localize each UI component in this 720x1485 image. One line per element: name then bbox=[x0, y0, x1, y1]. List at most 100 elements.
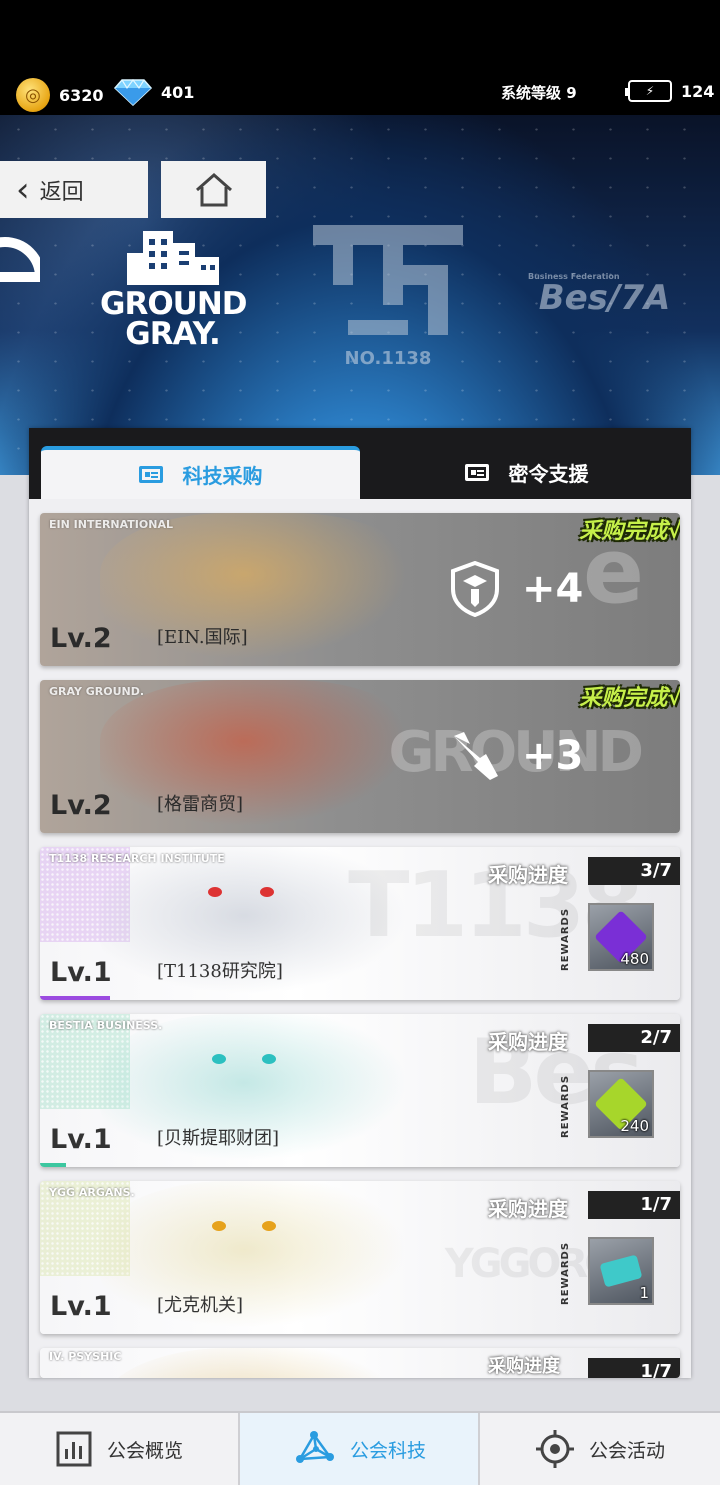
progress-count: 1/7 bbox=[588, 1191, 680, 1219]
faction-level: Lv.1 bbox=[50, 1291, 112, 1322]
diamond-icon bbox=[114, 79, 152, 106]
faction-card-ygg[interactable]: YGGORGA YGG ARGANS. Lv.1 [尤克机关] 采购进度 1/7… bbox=[40, 1181, 680, 1334]
coin-counter[interactable]: ◎ 6320 bbox=[16, 78, 104, 112]
back-label: 返回 bbox=[39, 179, 84, 205]
nav-label: 公会科技 bbox=[349, 1439, 426, 1462]
faction-card-psyshic[interactable]: IV. PSYSHIC 采购进度 1/7 bbox=[40, 1348, 680, 1378]
t1138-logo: NO.1138 bbox=[308, 220, 468, 369]
progress-label: 采购进度 bbox=[488, 1197, 568, 1221]
target-icon bbox=[535, 1430, 574, 1468]
id-card-icon bbox=[138, 466, 163, 483]
rewards-label: REWARDS bbox=[560, 1074, 571, 1138]
faction-tag: T1138 RESEARCH INSTITUTE bbox=[49, 852, 225, 865]
bestia-wordmark: Bes/7A bbox=[538, 278, 671, 318]
nav-label: 公会概览 bbox=[106, 1439, 183, 1462]
coin-icon: ◎ bbox=[16, 78, 50, 112]
bonus-amount: +4 bbox=[522, 566, 584, 612]
tab-tech-purchase[interactable]: 科技采购 bbox=[41, 446, 360, 499]
t1138-emblem-icon bbox=[313, 225, 463, 335]
eye-right bbox=[262, 1221, 276, 1231]
faction-tag: YGG ARGANS. bbox=[49, 1186, 135, 1199]
tab-label: 科技采购 bbox=[182, 464, 263, 488]
rewards-label: REWARDS bbox=[560, 907, 571, 971]
faction-tag: BESTIA BUSINESS. bbox=[49, 1019, 163, 1032]
home-button[interactable] bbox=[161, 161, 266, 218]
purchase-complete-stamp: 采购完成√ bbox=[579, 686, 680, 711]
reward-quantity: 1 bbox=[639, 1284, 649, 1302]
faction-name: [格雷商贸] bbox=[157, 794, 244, 815]
eye-left bbox=[212, 1054, 226, 1064]
back-button[interactable]: ‹ 返回 bbox=[0, 161, 148, 218]
faction-name: [贝斯提耶财团] bbox=[157, 1128, 280, 1149]
nav-guild-activity[interactable]: 公会活动 bbox=[480, 1413, 720, 1485]
system-level: 系统等级 9 bbox=[501, 84, 577, 102]
eye-left bbox=[212, 1221, 226, 1231]
gem-counter[interactable]: 401 bbox=[114, 78, 194, 106]
ein-logo bbox=[0, 232, 40, 322]
nav-guild-tech[interactable]: 公会科技 bbox=[240, 1413, 480, 1485]
energy-amount: 124 bbox=[681, 81, 715, 101]
eye-right bbox=[260, 887, 274, 897]
tab-secret-support[interactable]: 密令支援 bbox=[374, 446, 679, 499]
progress-bar bbox=[40, 1163, 66, 1167]
faction-card-t1138[interactable]: T1138 T1138 RESEARCH INSTITUTE Lv.1 [T11… bbox=[40, 847, 680, 1000]
ground-gray-line2: GRAY. bbox=[125, 316, 220, 352]
id-card-icon bbox=[464, 464, 489, 481]
nav-guild-overview[interactable]: 公会概览 bbox=[0, 1413, 240, 1485]
bonus-amount: +3 bbox=[522, 733, 584, 779]
faction-card-ein[interactable]: e EIN INTERNATIONAL Lv.2 [EIN.国际] +4 采购完… bbox=[40, 513, 680, 666]
faction-card-bestia[interactable]: Bes BESTIA BUSINESS. Lv.1 [贝斯提耶财团] 采购进度 … bbox=[40, 1014, 680, 1167]
bonus-value: +4 bbox=[450, 561, 583, 617]
eye-right bbox=[262, 1054, 276, 1064]
panel-tabs: 科技采购 密令支援 bbox=[29, 428, 691, 499]
progress-label: 采购进度 bbox=[488, 1356, 560, 1377]
ground-gray-line1: GROUND bbox=[100, 286, 248, 322]
purchase-complete-stamp: 采购完成√ bbox=[579, 519, 680, 544]
reward-item[interactable]: 240 bbox=[588, 1070, 654, 1138]
faction-card-gray[interactable]: GROUND GRAY GROUND. Lv.2 [格雷商贸] +3 采购完成√ bbox=[40, 680, 680, 833]
faction-level: Lv.2 bbox=[50, 623, 112, 654]
character-portrait bbox=[100, 513, 420, 666]
reward-item[interactable]: 480 bbox=[588, 903, 654, 971]
progress-label: 采购进度 bbox=[488, 1030, 568, 1054]
chevron-left-icon: ‹ bbox=[16, 169, 30, 210]
faction-name: [EIN.国际] bbox=[157, 627, 248, 648]
chart-icon bbox=[56, 1431, 92, 1467]
reward-quantity: 480 bbox=[620, 950, 649, 968]
character-portrait bbox=[100, 680, 420, 833]
faction-tag: GRAY GROUND. bbox=[49, 685, 145, 698]
ticket-icon bbox=[599, 1254, 643, 1288]
progress-label: 采购进度 bbox=[488, 863, 568, 887]
faction-level: Lv.1 bbox=[50, 1124, 112, 1155]
tab-label: 密令支援 bbox=[508, 462, 589, 486]
shield-icon bbox=[451, 561, 499, 617]
faction-tag: IV. PSYSHIC bbox=[49, 1350, 122, 1363]
progress-count: 2/7 bbox=[588, 1024, 680, 1052]
energy-counter[interactable]: ⚡ 124 bbox=[625, 80, 715, 102]
progress-bar bbox=[40, 996, 111, 1000]
ground-gray-logo: GROUND GRAY. bbox=[100, 225, 248, 352]
character-portrait bbox=[100, 1181, 420, 1334]
faction-tag: EIN INTERNATIONAL bbox=[49, 518, 173, 531]
progress-count: 1/7 bbox=[588, 1358, 680, 1378]
home-icon bbox=[195, 172, 232, 206]
nav-label: 公会活动 bbox=[588, 1439, 665, 1462]
progress-count: 3/7 bbox=[588, 857, 680, 885]
bottom-navigation: 公会概览 公会科技 公会活动 bbox=[0, 1411, 720, 1485]
t1138-number: NO.1138 bbox=[344, 348, 432, 369]
faction-name: [T1138研究院] bbox=[157, 961, 283, 982]
blade-icon bbox=[454, 732, 498, 780]
faction-level: Lv.1 bbox=[50, 957, 112, 988]
building-icon bbox=[126, 231, 219, 285]
energy-battery-icon: ⚡ bbox=[625, 80, 672, 102]
gem-amount: 401 bbox=[161, 82, 195, 102]
network-icon bbox=[295, 1431, 334, 1463]
coin-amount: 6320 bbox=[59, 85, 104, 105]
reward-item[interactable]: 1 bbox=[588, 1237, 654, 1305]
eye-left bbox=[208, 887, 222, 897]
tech-purchase-panel: 科技采购 密令支援 e EIN INTERNATIONAL Lv.2 [EIN.… bbox=[29, 428, 691, 1378]
character-portrait bbox=[100, 1348, 420, 1378]
bestia-logo: Business Federation Bes/7A bbox=[522, 272, 687, 315]
bonus-value: +3 bbox=[450, 728, 583, 784]
top-status-bar: ◎ 6320 401 系统等级 9 ⚡ 124 bbox=[0, 0, 720, 125]
